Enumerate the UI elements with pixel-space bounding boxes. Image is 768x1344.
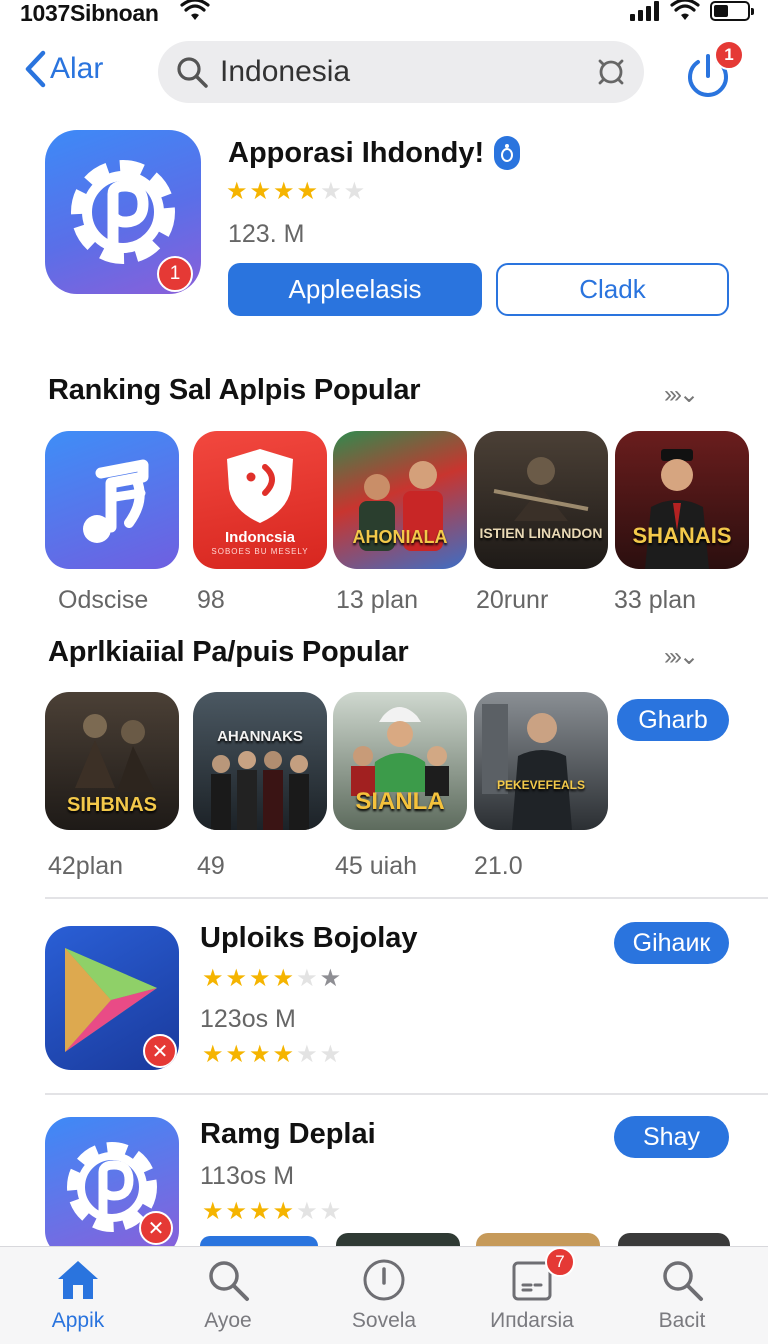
- verified-icon: [494, 136, 521, 170]
- tile-sublabel: SOBOES BU MESELY: [211, 547, 309, 556]
- close-icon[interactable]: ✕: [139, 1211, 173, 1245]
- tab-search[interactable]: Ayoe: [158, 1257, 298, 1333]
- featured-app-icon[interactable]: 1: [45, 130, 201, 294]
- tile-label: AHONIALA: [352, 527, 448, 547]
- notification-badge: 1: [714, 40, 744, 70]
- divider: [45, 1093, 768, 1095]
- tile-label: SIANLA: [355, 788, 445, 815]
- get-button[interactable]: Gharb: [617, 699, 729, 741]
- music-note-icon: [83, 459, 149, 543]
- tile-caption: Odscise: [58, 586, 149, 614]
- tile-label: SHANAIS: [632, 523, 732, 548]
- search-icon: [209, 1261, 249, 1301]
- featured-app-title[interactable]: Apporasi Ihdondy!: [228, 136, 521, 170]
- wifi-icon: [180, 0, 210, 27]
- tile-label: ISTIEN LINANDON: [479, 525, 603, 541]
- tile-caption: 49: [197, 852, 225, 880]
- back-button[interactable]: Alar: [24, 50, 103, 88]
- clock-icon: [363, 1259, 405, 1301]
- app-badge: 1: [157, 256, 193, 292]
- cellular-signal-icon: [630, 1, 659, 21]
- rating-stars: ★ ★ ★ ★ ★ ★: [202, 1041, 342, 1068]
- rating-stars: ★ ★ ★ ★ ★ ★: [202, 965, 342, 992]
- tile-label: AHANNAKS: [217, 728, 303, 745]
- install-button[interactable]: Appleelasis: [228, 263, 482, 316]
- search-icon: [177, 57, 208, 88]
- list-item-size: 113os M: [200, 1162, 295, 1190]
- wifi-icon: [670, 0, 700, 20]
- section-title: Aprlkiaiial Pa/puis Popular: [48, 636, 409, 668]
- back-label: Alar: [50, 52, 104, 85]
- tile-caption: 33 plan: [614, 586, 697, 614]
- search-icon: [663, 1261, 703, 1301]
- see-more-button[interactable]: ›››⌄: [664, 380, 699, 409]
- partial-tile: [336, 1233, 460, 1247]
- tab-label: Ayoe: [204, 1309, 252, 1332]
- featured-app-size: 123. M: [228, 220, 305, 248]
- movie-poster-icon: [482, 704, 572, 830]
- app-tile[interactable]: PEKEVEFEALS: [474, 692, 608, 830]
- tile-caption: 45 uiah: [335, 852, 418, 880]
- movie-poster-icon: [359, 461, 443, 551]
- chevron-left-icon: [25, 50, 46, 88]
- movie-poster-icon: [493, 457, 589, 521]
- tab-label: Ипdarsia: [490, 1309, 574, 1332]
- featured-app-name: Apporasi Ihdondy!: [228, 136, 485, 169]
- power-button[interactable]: 1: [680, 40, 744, 102]
- list-item-size: 123os M: [200, 1005, 296, 1033]
- tab-label: Bacit: [658, 1309, 706, 1332]
- status-bar: 1037Sibnoan: [0, 0, 768, 26]
- search-input[interactable]: Indonesia: [158, 41, 644, 103]
- battery-icon: [710, 1, 754, 21]
- tile-caption: 98: [197, 586, 225, 614]
- shield-smile-icon: [227, 449, 293, 523]
- tab-search-2[interactable]: Bacit: [612, 1257, 752, 1333]
- tab-bar: Appik Ayoe Sovela 7 Ипdarsia Bacit: [0, 1246, 768, 1344]
- list-item-title[interactable]: Ramg Deplai: [200, 1118, 376, 1151]
- close-icon[interactable]: ✕: [143, 1034, 177, 1068]
- section-title: Ranking Sal Aplpis Popular: [48, 374, 421, 406]
- see-more-button[interactable]: ›››⌄: [664, 642, 699, 671]
- app-tile[interactable]: SIANLA: [333, 692, 467, 830]
- app-tile[interactable]: Indoncsia SOBOES BU MESELY: [193, 431, 327, 569]
- status-indicators: [630, 0, 754, 22]
- tile-label: SIHBNAS: [66, 794, 157, 816]
- partial-tile: [618, 1233, 730, 1247]
- app-tile[interactable]: [45, 431, 179, 569]
- tile-caption: 21.0: [474, 852, 523, 880]
- tab-updates[interactable]: Sovela: [314, 1257, 454, 1333]
- rating-stars: ★ ★ ★ ★ ★ ★: [202, 1198, 342, 1225]
- status-time: 1037Sibnoan: [20, 0, 159, 26]
- divider: [45, 897, 768, 899]
- tab-badge: 7: [545, 1247, 575, 1277]
- app-tile[interactable]: ISTIEN LINANDON: [474, 431, 608, 569]
- app-tile[interactable]: SHANAIS: [615, 431, 749, 569]
- get-button[interactable]: Gihaик: [614, 922, 729, 964]
- list-item-icon[interactable]: ✕: [45, 1117, 179, 1257]
- list-item-icon[interactable]: ✕: [45, 926, 179, 1070]
- tab-library[interactable]: 7 Ипdarsia: [462, 1247, 602, 1333]
- secondary-button[interactable]: Cladk: [496, 263, 729, 316]
- home-icon: [58, 1261, 98, 1299]
- app-tile[interactable]: SIHBNAS: [45, 692, 179, 830]
- list-item-title[interactable]: Uploiks Bojolay: [200, 922, 418, 955]
- get-button[interactable]: Shay: [614, 1116, 729, 1158]
- partial-tile: [476, 1233, 600, 1247]
- tile-caption: 13 plan: [336, 586, 419, 614]
- tab-label: Appik: [51, 1309, 105, 1332]
- tile-label: Indoncsia: [224, 529, 295, 546]
- tile-caption: 42plan: [48, 852, 124, 880]
- app-tile[interactable]: AHONIALA: [333, 431, 467, 569]
- app-tile[interactable]: AHANNAKS: [193, 692, 327, 830]
- camera-lens-icon[interactable]: [596, 57, 626, 87]
- tab-label: Sovela: [351, 1309, 417, 1332]
- tile-caption: 20runr: [476, 586, 549, 614]
- featured-rating-stars: ★ ★ ★ ★ ★ ★: [226, 178, 366, 205]
- movie-poster-icon: [211, 751, 309, 830]
- tile-label: PEKEVEFEALS: [496, 778, 586, 792]
- search-value: Indonesia: [220, 55, 351, 88]
- tab-home[interactable]: Appik: [8, 1257, 148, 1333]
